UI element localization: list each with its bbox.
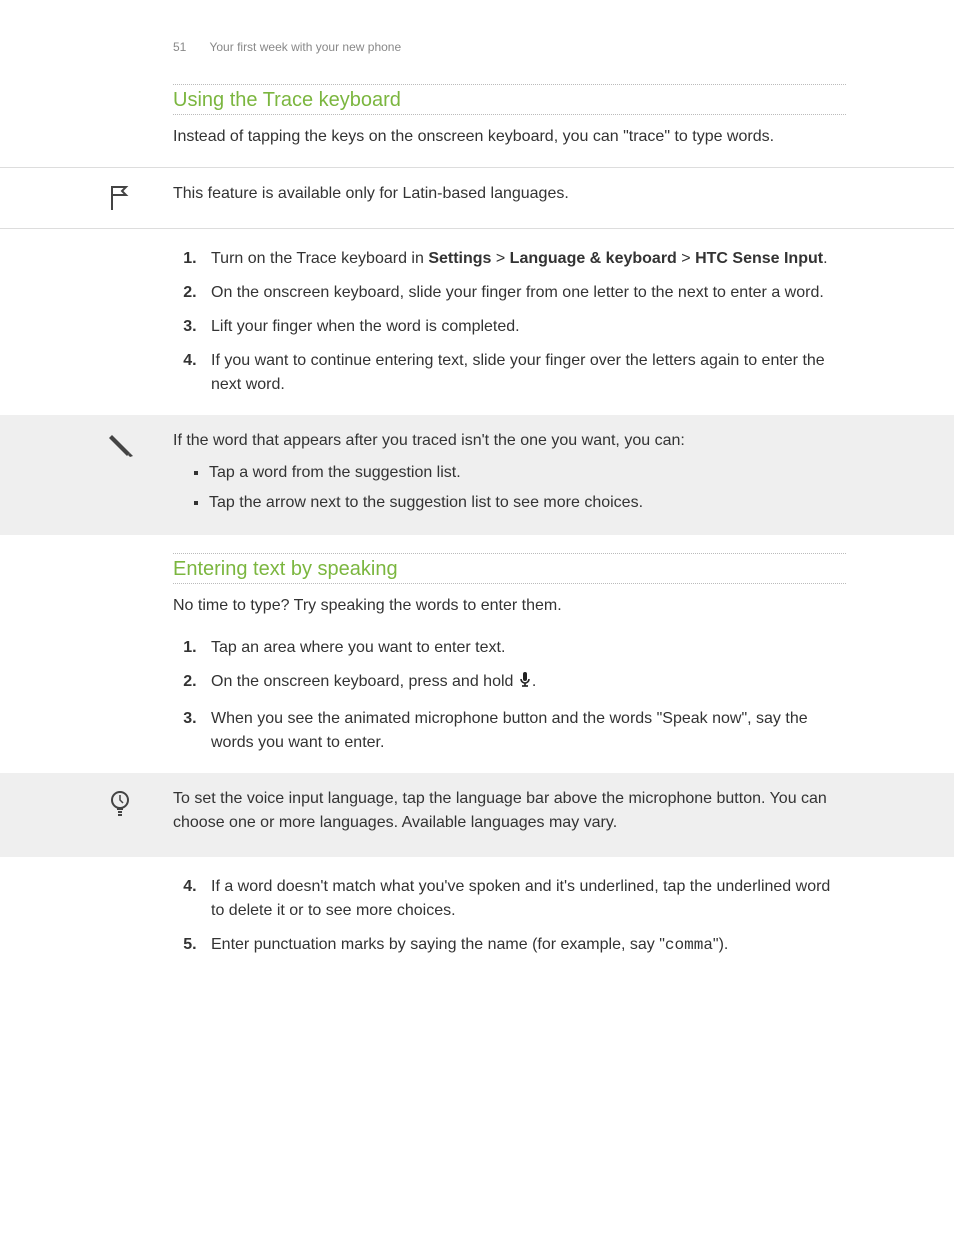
tip-text: To set the voice input language, tap the…	[173, 787, 846, 835]
section-heading-speak: Entering text by speaking	[173, 553, 846, 584]
note-bullet-2: Tap the arrow next to the suggestion lis…	[209, 491, 846, 515]
pencil-icon	[108, 429, 173, 459]
note-bullets: Tap a word from the suggestion list. Tap…	[173, 461, 846, 515]
callout-tip: To set the voice input language, tap the…	[0, 773, 954, 857]
speak-step-4: If a word doesn't match what you've spok…	[201, 875, 846, 923]
note-intro: If the word that appears after you trace…	[173, 429, 846, 453]
speak-step-1: Tap an area where you want to enter text…	[201, 636, 846, 660]
trace-step-1: Turn on the Trace keyboard in Settings >…	[201, 247, 846, 271]
speak-steps-b: If a word doesn't match what you've spok…	[173, 875, 846, 957]
speak-step-5: Enter punctuation marks by saying the na…	[201, 933, 846, 957]
callout-note: If the word that appears after you trace…	[0, 415, 954, 535]
trace-step-3: Lift your finger when the word is comple…	[201, 315, 846, 339]
trace-step-4: If you want to continue entering text, s…	[201, 349, 846, 397]
flag-note-text: This feature is available only for Latin…	[173, 182, 846, 206]
page-number: 51	[173, 40, 186, 54]
flag-icon	[108, 182, 173, 212]
trace-steps: Turn on the Trace keyboard in Settings >…	[173, 247, 846, 397]
speak-step-3: When you see the animated microphone but…	[201, 707, 846, 755]
trace-step-2: On the onscreen keyboard, slide your fin…	[201, 281, 846, 305]
speak-step-2: On the onscreen keyboard, press and hold…	[201, 670, 846, 697]
lightbulb-icon	[108, 787, 173, 819]
callout-flag: This feature is available only for Latin…	[0, 167, 954, 229]
speak-intro: No time to type? Try speaking the words …	[173, 594, 846, 618]
trace-intro: Instead of tapping the keys on the onscr…	[173, 125, 846, 149]
speak-steps-a: Tap an area where you want to enter text…	[173, 636, 846, 755]
section-heading-trace: Using the Trace keyboard	[173, 84, 846, 115]
running-header: 51 Your first week with your new phone	[173, 40, 846, 54]
microphone-icon	[518, 671, 532, 697]
note-bullet-1: Tap a word from the suggestion list.	[209, 461, 846, 485]
header-section-title: Your first week with your new phone	[209, 40, 401, 54]
manual-page: 51 Your first week with your new phone U…	[0, 0, 954, 1235]
